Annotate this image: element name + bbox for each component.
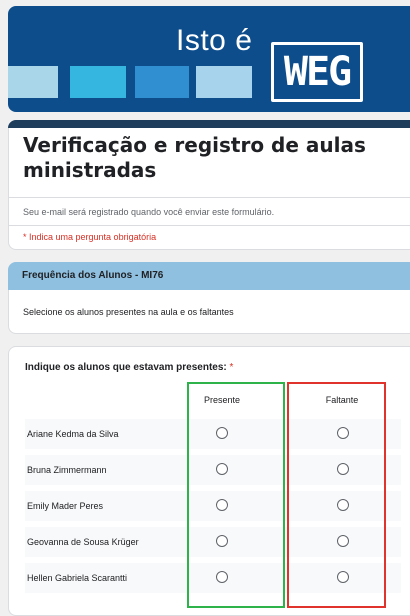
grid-row: Emily Mader Peres xyxy=(25,491,401,521)
banner-square xyxy=(135,66,189,98)
student-name: Bruna Zimmermann xyxy=(27,465,107,475)
question-card: Indique os alunos que estavam presentes:… xyxy=(8,346,410,616)
section-card: Frequência dos Alunos - MI76 Selecione o… xyxy=(8,262,410,334)
column-header-faltante: Faltante xyxy=(325,395,359,405)
section-header: Frequência dos Alunos - MI76 xyxy=(8,262,410,290)
title-card-accent xyxy=(8,120,410,128)
required-notice: * Indica uma pergunta obrigatória xyxy=(23,232,157,242)
radio-faltante[interactable] xyxy=(337,463,349,475)
divider xyxy=(9,197,410,198)
grid-row: Geovanna de Sousa Krüger xyxy=(25,527,401,557)
banner-square xyxy=(70,66,126,98)
student-name: Emily Mader Peres xyxy=(27,501,104,511)
question-label: Indique os alunos que estavam presentes:… xyxy=(25,362,233,373)
question-text: Indique os alunos que estavam presentes: xyxy=(25,362,227,373)
student-name: Geovanna de Sousa Krüger xyxy=(27,537,139,547)
email-notice: Seu e-mail será registrado quando você e… xyxy=(23,207,275,217)
form-title: Verificação e registro de aulas ministra… xyxy=(23,133,366,182)
grid-row: Hellen Gabriela Scarantti xyxy=(25,563,401,593)
grid-row: Bruna Zimmermann xyxy=(25,455,401,485)
banner-tagline: Isto é xyxy=(176,24,253,57)
section-title: Frequência dos Alunos - MI76 xyxy=(22,270,164,281)
radio-presente[interactable] xyxy=(216,499,228,511)
required-star: * xyxy=(229,362,234,373)
header-banner: Isto é WEG xyxy=(8,6,410,112)
radio-faltante[interactable] xyxy=(337,571,349,583)
radio-faltante[interactable] xyxy=(337,427,349,439)
student-name: Ariane Kedma da Silva xyxy=(27,429,119,439)
radio-presente[interactable] xyxy=(216,571,228,583)
divider xyxy=(9,225,410,226)
student-name: Hellen Gabriela Scarantti xyxy=(27,573,128,583)
radio-presente[interactable] xyxy=(216,427,228,439)
weg-logo: WEG xyxy=(271,42,363,102)
radio-presente[interactable] xyxy=(216,463,228,475)
column-header-presente: Presente xyxy=(203,395,241,405)
radio-presente[interactable] xyxy=(216,535,228,547)
form-title-card: Verificação e registro de aulas ministra… xyxy=(8,120,410,250)
radio-faltante[interactable] xyxy=(337,535,349,547)
banner-square xyxy=(8,66,58,98)
radio-faltante[interactable] xyxy=(337,499,349,511)
section-description: Selecione os alunos presentes na aula e … xyxy=(23,307,234,317)
grid-row: Ariane Kedma da Silva xyxy=(25,419,401,449)
banner-square xyxy=(196,66,252,98)
